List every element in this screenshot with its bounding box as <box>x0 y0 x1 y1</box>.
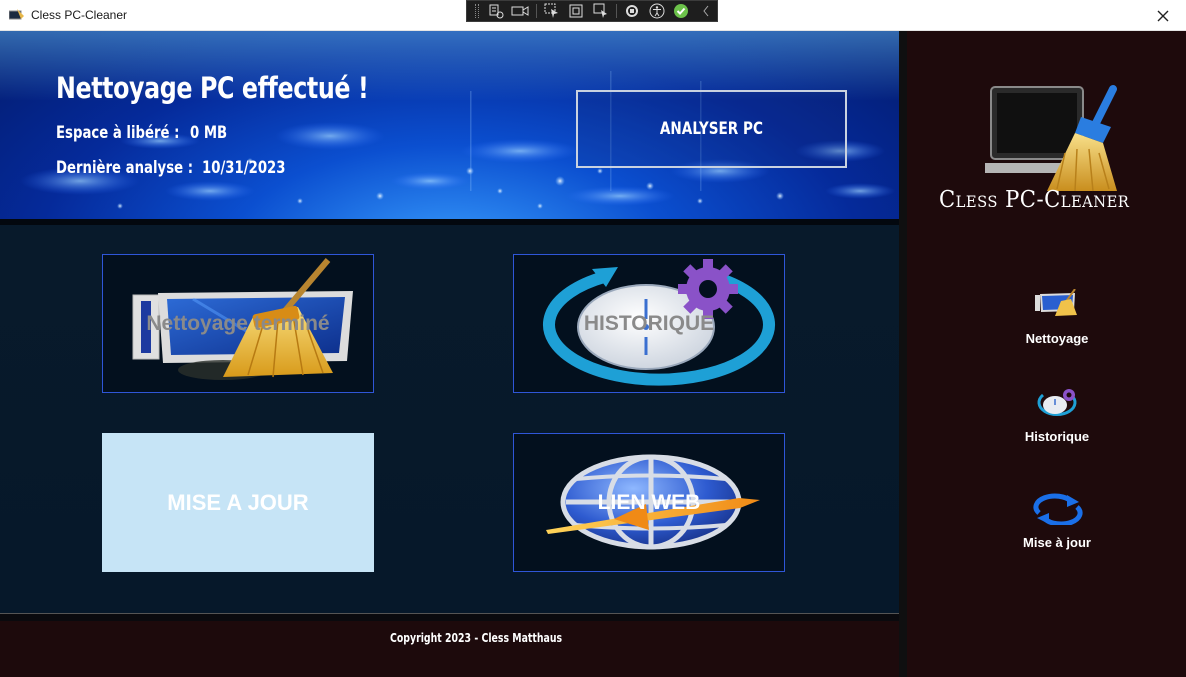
page-title: Nettoyage PC effectué ! <box>56 71 369 105</box>
sidebar-item-nettoyage-label: Nettoyage <box>1025 331 1089 346</box>
analyze-pc-button[interactable]: ANALYSER PC <box>576 90 847 168</box>
cleanup-tile[interactable]: Nettoyage terminé <box>102 254 374 393</box>
sidebar-item-nettoyage[interactable]: Nettoyage <box>1007 289 1107 359</box>
track-focus-icon[interactable] <box>590 1 613 21</box>
window-title: Cless PC-Cleaner <box>31 8 128 22</box>
space-freed-label: Espace à libéré : <box>56 123 180 143</box>
sidebar-item-historique-label: Historique <box>1024 429 1090 444</box>
close-window-button[interactable] <box>1140 0 1186 31</box>
footer: Copyright 2023 - Cless Matthaus <box>0 621 899 677</box>
video-icon[interactable] <box>509 1 532 21</box>
display-layout-icon[interactable] <box>565 1 588 21</box>
live-tree-icon[interactable] <box>485 1 508 21</box>
history-tile-label: HISTORIQUE <box>583 311 715 335</box>
clock-gear-icon <box>1037 389 1077 416</box>
last-scan-value: 10/31/2023 <box>202 158 286 178</box>
copyright-text: Copyright 2023 - Cless Matthaus <box>390 631 563 645</box>
sidebar: Cless PC-Cleaner Nettoyage Historique Mi… <box>907 31 1186 677</box>
hot-reload-icon[interactable] <box>621 1 644 21</box>
debug-toolbar <box>466 0 718 22</box>
space-freed-value: 0 MB <box>190 123 228 143</box>
laptop-broom-logo-icon <box>985 85 1117 192</box>
update-tile-label: MISE A JOUR <box>167 489 309 515</box>
tiles-area: Nettoyage terminé HISTORIQUE MISE A JOUR… <box>0 225 899 615</box>
sidebar-item-mise-a-jour-label: Mise à jour <box>1023 535 1091 550</box>
accessibility-icon[interactable] <box>645 1 668 21</box>
title-bar: Cless PC-Cleaner <box>0 0 1186 31</box>
main-panel: Nettoyage PC effectué ! Espace à libéré … <box>0 31 899 677</box>
analyze-pc-label: ANALYSER PC <box>659 119 764 139</box>
status-banner: Nettoyage PC effectué ! Espace à libéré … <box>0 31 899 219</box>
sidebar-item-historique[interactable]: Historique <box>1007 387 1107 457</box>
history-tile[interactable]: HISTORIQUE <box>513 254 785 393</box>
broom-computer-icon <box>1035 289 1077 316</box>
app-icon <box>9 9 24 20</box>
close-icon <box>1157 10 1169 21</box>
update-tile[interactable]: MISE A JOUR <box>102 433 374 572</box>
brand-name: Cless PC-Cleaner <box>939 187 1130 213</box>
check-ok-icon[interactable] <box>670 1 693 21</box>
sidebar-item-mise-a-jour[interactable]: Mise à jour <box>1007 493 1107 563</box>
select-element-icon[interactable] <box>541 1 564 21</box>
refresh-arrows-icon <box>1033 493 1083 525</box>
web-link-tile[interactable]: LIEN WEB <box>513 433 785 572</box>
toolbar-grip-icon[interactable] <box>475 4 479 18</box>
last-scan-label: Dernière analyse : <box>56 158 193 178</box>
cleanup-tile-label: Nettoyage terminé <box>146 311 330 335</box>
web-link-tile-label: LIEN WEB <box>597 490 701 514</box>
collapse-chevron-icon[interactable] <box>694 1 717 21</box>
